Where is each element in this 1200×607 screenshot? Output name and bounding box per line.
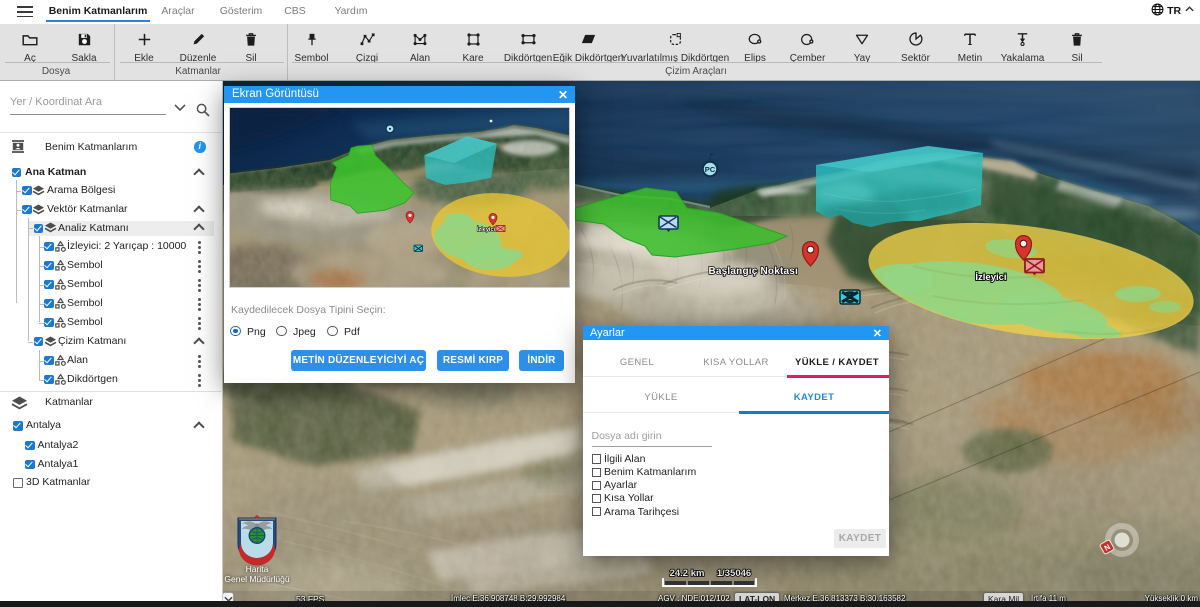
svg-text:1/35046: 1/35046	[717, 568, 751, 579]
svg-text:24.2 km: 24.2 km	[670, 568, 705, 579]
svg-text:Genel Müdürlüğü: Genel Müdürlüğü	[224, 574, 289, 584]
svg-text:İzleyici: İzleyici	[477, 226, 496, 233]
svg-text:İzleyici: İzleyici	[975, 272, 1006, 283]
svg-text:Harita: Harita	[246, 564, 269, 574]
svg-text:PC: PC	[705, 165, 716, 174]
svg-text:Başlangıç Noktası: Başlangıç Noktası	[708, 266, 798, 277]
